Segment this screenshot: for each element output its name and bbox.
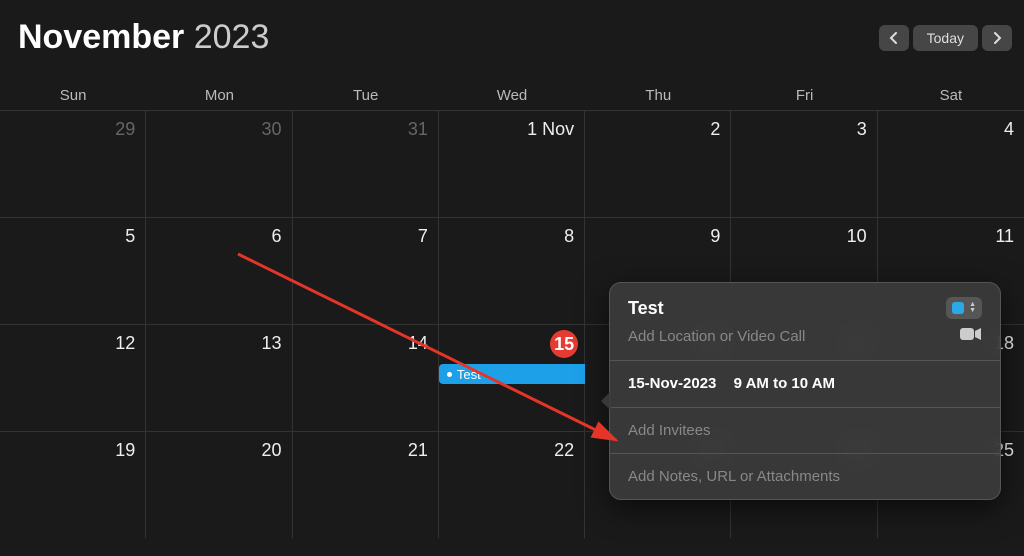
- calendar-cell[interactable]: 22: [439, 431, 585, 538]
- event-popover: Test ▲▼ Add Location or Video Call 15-No…: [609, 282, 1001, 500]
- invitees-field: Add Invitees: [628, 422, 982, 439]
- event-title[interactable]: Test: [628, 298, 664, 319]
- calendar-cell[interactable]: 14: [293, 324, 439, 431]
- calendar-color-swatch: [952, 302, 964, 314]
- day-number: 7: [418, 226, 428, 247]
- popover-header-section: Test ▲▼ Add Location or Video Call: [610, 283, 1000, 361]
- day-number: 21: [408, 440, 428, 461]
- day-number: 31: [408, 119, 428, 140]
- popover-notes-section[interactable]: Add Notes, URL or Attachments: [610, 454, 1000, 499]
- dow-label: Tue: [293, 87, 439, 104]
- popover-datetime-section[interactable]: 15-Nov-2023 9 AM to 10 AM: [610, 361, 1000, 408]
- dow-label: Mon: [146, 87, 292, 104]
- day-number: 11: [995, 226, 1014, 247]
- event-chip[interactable]: Test: [439, 364, 585, 384]
- year-label: 2023: [194, 18, 270, 56]
- popover-invitees-section[interactable]: Add Invitees: [610, 408, 1000, 454]
- popover-caret: [601, 391, 611, 411]
- next-month-button[interactable]: [982, 25, 1012, 51]
- dow-label: Thu: [585, 87, 731, 104]
- day-number: 2: [710, 119, 720, 140]
- day-number: 12: [115, 333, 135, 354]
- month-label: November: [18, 18, 184, 56]
- stepper-icon: ▲▼: [969, 302, 976, 314]
- calendar-cell[interactable]: 30: [146, 110, 292, 217]
- calendar-cell[interactable]: 20: [146, 431, 292, 538]
- day-number: 30: [262, 119, 282, 140]
- day-number: 22: [554, 440, 574, 461]
- dow-label: Fri: [731, 87, 877, 104]
- day-number: 4: [1004, 119, 1014, 140]
- prev-month-button[interactable]: [879, 25, 909, 51]
- dow-label: Sat: [878, 87, 1024, 104]
- chevron-right-icon: [993, 32, 1002, 44]
- calendar-cell[interactable]: 19: [0, 431, 146, 538]
- calendar-cell[interactable]: 13: [146, 324, 292, 431]
- calendar-cell[interactable]: 12: [0, 324, 146, 431]
- day-number: 8: [564, 226, 574, 247]
- event-dot: [447, 372, 452, 377]
- event-time: 9 AM to 10 AM: [734, 375, 835, 392]
- video-icon[interactable]: [960, 327, 982, 346]
- day-number: 1 Nov: [527, 119, 574, 140]
- calendar-cell[interactable]: 29: [0, 110, 146, 217]
- location-field[interactable]: Add Location or Video Call: [628, 328, 805, 345]
- calendar-cell[interactable]: 1 Nov: [439, 110, 585, 217]
- calendar-cell[interactable]: 7: [293, 217, 439, 324]
- nav-controls: Today: [879, 25, 1014, 51]
- calendar-cell[interactable]: 3: [731, 110, 877, 217]
- day-number: 6: [272, 226, 282, 247]
- day-number: 20: [262, 440, 282, 461]
- today-button[interactable]: Today: [913, 25, 978, 51]
- day-number: 14: [408, 333, 428, 354]
- calendar-cell[interactable]: 6: [146, 217, 292, 324]
- day-number: 19: [115, 440, 135, 461]
- calendar-header: November 2023 Today: [0, 0, 1024, 67]
- calendar-cell[interactable]: 4: [878, 110, 1024, 217]
- calendar-cell[interactable]: 8: [439, 217, 585, 324]
- month-year-title: November 2023: [18, 18, 269, 57]
- calendar-selector[interactable]: ▲▼: [946, 297, 982, 319]
- dow-label: Sun: [0, 87, 146, 104]
- notes-field: Add Notes, URL or Attachments: [628, 468, 982, 485]
- today-marker: 15: [550, 330, 578, 358]
- chevron-left-icon: [889, 32, 898, 44]
- day-number: 29: [115, 119, 135, 140]
- day-number: 3: [857, 119, 867, 140]
- calendar-cell[interactable]: 2: [585, 110, 731, 217]
- calendar-cell[interactable]: 5: [0, 217, 146, 324]
- calendar-cell[interactable]: 21: [293, 431, 439, 538]
- day-of-week-row: Sun Mon Tue Wed Thu Fri Sat: [0, 67, 1024, 110]
- calendar-cell[interactable]: 31: [293, 110, 439, 217]
- event-chip-label: Test: [457, 367, 481, 382]
- day-number: 10: [847, 226, 867, 247]
- dow-label: Wed: [439, 87, 585, 104]
- calendar-cell[interactable]: 15 Test: [439, 324, 585, 431]
- event-date: 15-Nov-2023: [628, 375, 716, 392]
- day-number: 13: [262, 333, 282, 354]
- day-number: 5: [125, 226, 135, 247]
- day-number: 9: [710, 226, 720, 247]
